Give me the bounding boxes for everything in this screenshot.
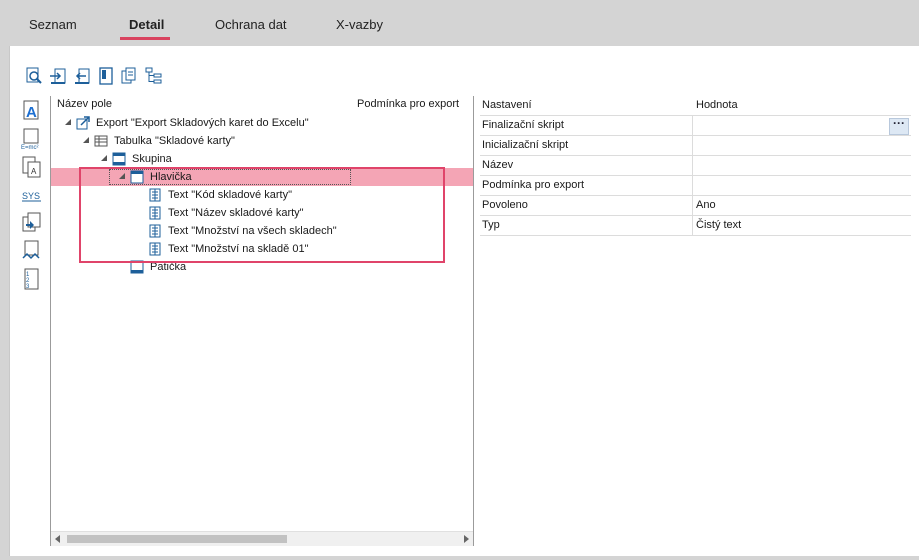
page-icon [99, 67, 113, 85]
tree-icon [145, 67, 162, 84]
insert-numbering-button[interactable]: 123 [20, 266, 44, 292]
text-a-icon: A [23, 100, 39, 121]
group-icon [112, 152, 126, 166]
move-out-button[interactable] [72, 66, 92, 86]
tab-seznam[interactable]: Seznam [29, 17, 77, 32]
insert-text-button[interactable]: A [20, 98, 44, 124]
arrow-out-icon [75, 68, 90, 84]
properties-grid: Nastavení Hodnota Finalizační skript ···… [480, 96, 911, 236]
scroll-right-icon[interactable] [464, 535, 469, 543]
tree-node-export[interactable]: Export "Export Skladových karet do Excel… [51, 114, 473, 132]
property-value[interactable]: Ano [696, 199, 716, 211]
move-in-button[interactable] [48, 66, 68, 86]
property-name: Finalizační skript [482, 119, 564, 131]
export-icon [76, 116, 90, 130]
active-tab-indicator [120, 37, 170, 40]
column-header-setting: Nastavení [482, 99, 532, 111]
insert-field-button[interactable]: A [20, 154, 44, 180]
expand-arrow-icon[interactable] [101, 155, 107, 161]
tab-x-vazby[interactable]: X-vazby [336, 17, 383, 32]
detail-panel: A E=mc² A SYS 123 Název pole Podmínka pr… [9, 46, 919, 556]
toolbar [24, 66, 164, 90]
column-header-name[interactable]: Název pole [57, 98, 112, 110]
variable-icon [22, 240, 40, 260]
tab-detail[interactable]: Detail [129, 17, 164, 32]
property-row[interactable]: Inicializační skript [480, 136, 911, 156]
tree-node-label: Export "Export Skladových karet do Excel… [96, 117, 309, 129]
table-icon [94, 135, 108, 147]
property-name: Inicializační skript [482, 139, 569, 151]
insert-formula-button[interactable]: E=mc² [20, 126, 44, 152]
horizontal-scrollbar[interactable] [51, 531, 473, 546]
property-row[interactable]: Povoleno Ano [480, 196, 911, 216]
tree-node-label: Skupina [132, 153, 172, 165]
tree-pane: Název pole Podmínka pro export Export "E… [50, 96, 474, 546]
tree-node-group[interactable]: Skupina [51, 150, 473, 168]
arrow-in-icon [50, 68, 66, 84]
copy-button[interactable] [120, 66, 140, 86]
field-icon: A [22, 156, 41, 178]
preview-button[interactable] [24, 66, 44, 86]
formula-icon: E=mc² [21, 128, 39, 151]
property-row[interactable]: Podmínka pro export [480, 176, 911, 196]
property-name: Typ [482, 219, 500, 231]
properties-header: Nastavení Hodnota [480, 96, 911, 116]
property-name: Povoleno [482, 199, 528, 211]
preview-icon [26, 67, 42, 84]
insert-reference-button[interactable] [20, 210, 44, 236]
expand-arrow-icon[interactable] [65, 119, 71, 125]
scrollbar-thumb[interactable] [67, 535, 287, 543]
column-header-value: Hodnota [696, 99, 738, 111]
svg-text:E=mc²: E=mc² [21, 145, 39, 151]
tree-structure-button[interactable] [144, 66, 164, 86]
sys-icon: SYS [22, 191, 41, 202]
reference-icon [22, 212, 41, 232]
insert-page-button[interactable] [96, 66, 116, 86]
insert-variable-button[interactable] [20, 238, 44, 264]
property-row[interactable]: Název [480, 156, 911, 176]
annotation-highlight [79, 167, 445, 263]
property-value[interactable]: Čistý text [696, 219, 741, 231]
tree-node-table[interactable]: Tabulka "Skladové karty" [51, 132, 473, 150]
column-header-condition[interactable]: Podmínka pro export [357, 98, 459, 110]
insert-system-button[interactable]: SYS [20, 182, 44, 208]
svg-text:SYS: SYS [22, 191, 40, 201]
scroll-left-icon[interactable] [55, 535, 60, 543]
property-name: Název [482, 159, 514, 171]
numbering-icon: 123 [24, 268, 39, 290]
tab-bar: Seznam Detail Ochrana dat X-vazby [0, 0, 919, 46]
svg-text:A: A [26, 104, 37, 121]
svg-text:A: A [31, 167, 37, 176]
expand-arrow-icon[interactable] [83, 137, 89, 143]
tree-node-label: Tabulka "Skladové karty" [114, 135, 235, 147]
tree-header: Název pole Podmínka pro export [51, 96, 473, 114]
property-name: Podmínka pro export [482, 179, 585, 191]
copy-icon [121, 67, 136, 84]
ellipsis-button[interactable]: ··· [889, 117, 909, 135]
property-row[interactable]: Finalizační skript ··· [480, 116, 911, 136]
tab-ochrana-dat[interactable]: Ochrana dat [215, 17, 287, 32]
vertical-toolbar: A E=mc² A SYS 123 [20, 98, 46, 294]
property-row[interactable]: Typ Čistý text [480, 216, 911, 236]
